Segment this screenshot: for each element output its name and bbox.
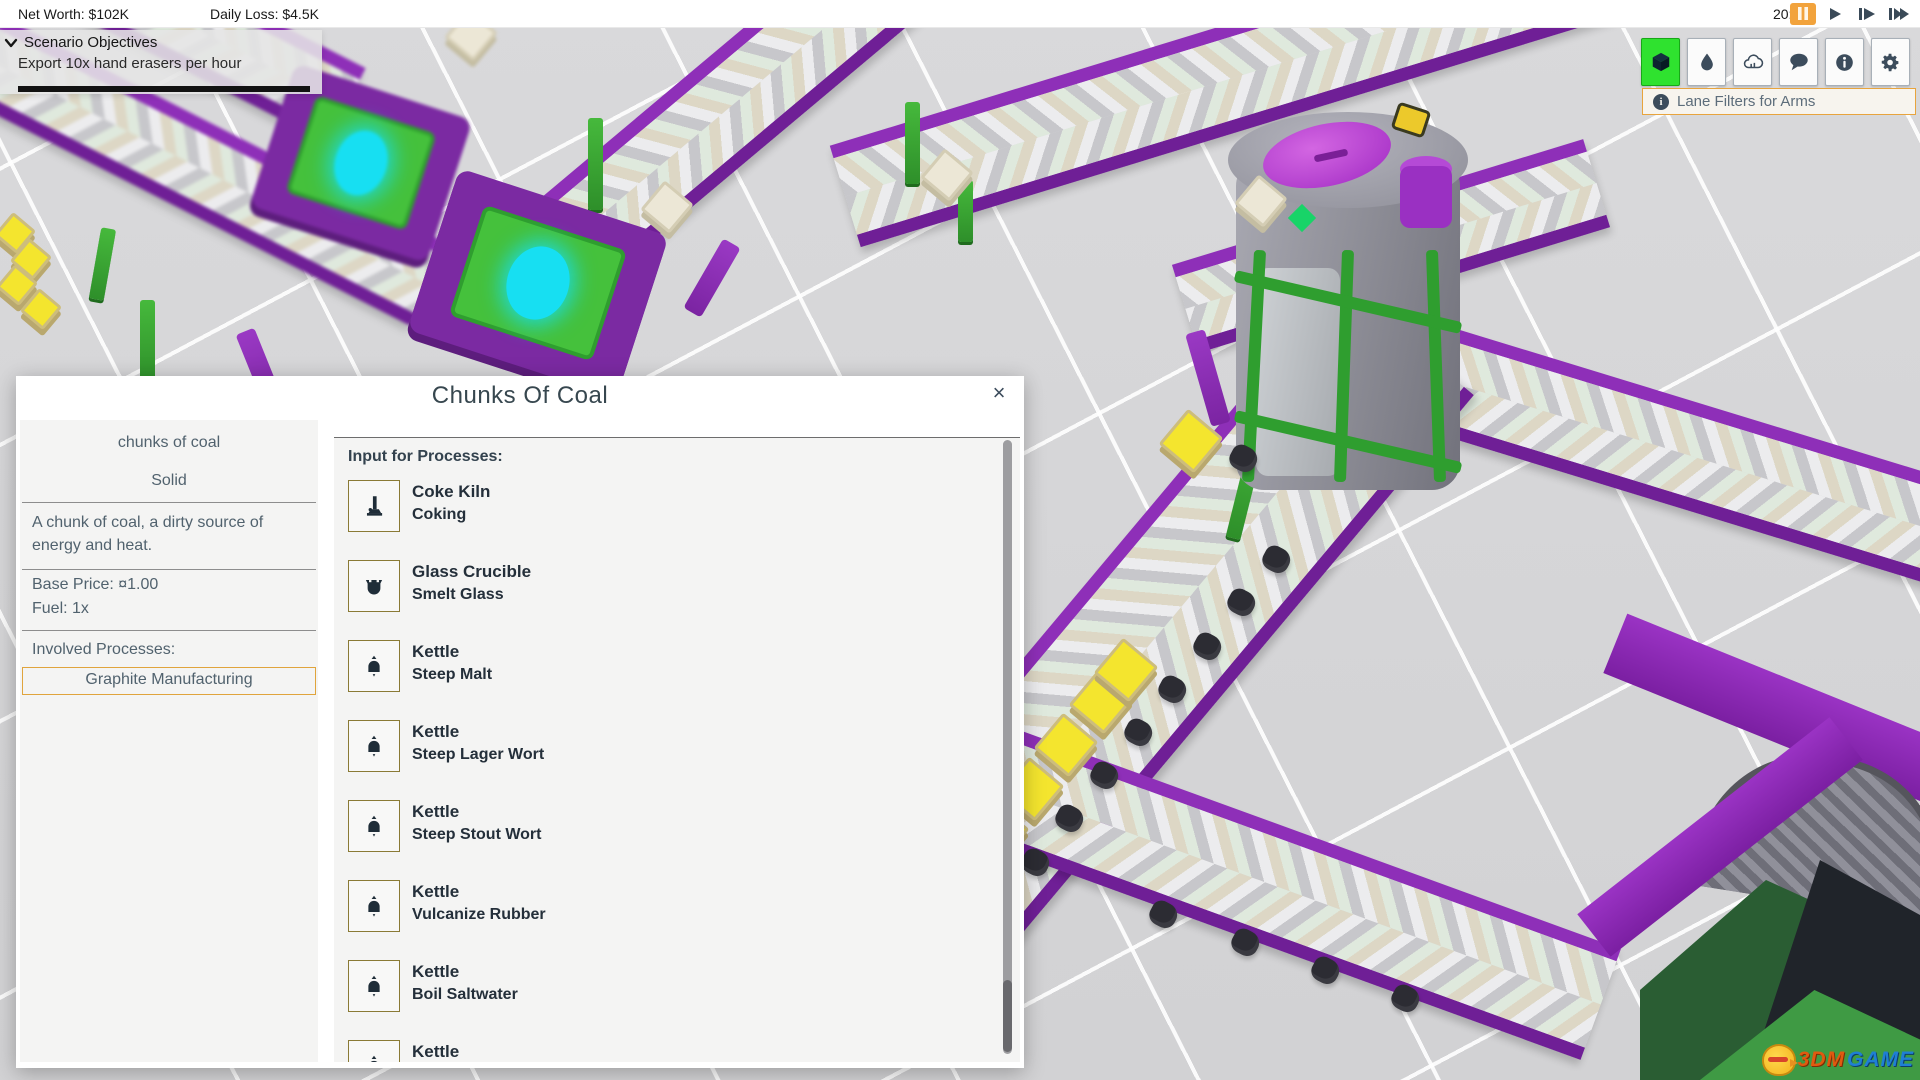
- kettle-icon[interactable]: [348, 960, 400, 1012]
- conveyor-belt: [979, 730, 1621, 1060]
- item-description: A chunk of coal, a dirty source of energ…: [20, 503, 318, 569]
- storage-tank: [1228, 100, 1468, 490]
- item-dialog: Chunks Of Coal × chunks of coal Solid A …: [16, 376, 1024, 1068]
- kettle-icon[interactable]: [348, 800, 400, 852]
- watermark-game: GAME: [1847, 1048, 1914, 1072]
- belt-support: [89, 227, 116, 301]
- liquids-overlay-button[interactable]: [1687, 38, 1726, 86]
- fast-forward-button[interactable]: [1854, 3, 1880, 25]
- scenario-objectives-header[interactable]: Scenario Objectives: [0, 30, 322, 51]
- process-machine: Kettle: [412, 721, 544, 744]
- droplet-icon: [1697, 52, 1717, 72]
- overlay-toolbar: [1641, 38, 1910, 86]
- daily-loss-value: Daily Loss: $4.5K: [210, 6, 319, 22]
- kettle-icon[interactable]: [348, 720, 400, 772]
- robot-arm: [683, 238, 740, 317]
- process-row[interactable]: Kettle Steep Stout Wort: [348, 800, 1006, 880]
- process-row[interactable]: Glass Crucible Smelt Glass: [348, 560, 1006, 640]
- belt-support: [958, 180, 973, 242]
- input-for-processes-label: Input for Processes:: [348, 448, 1006, 466]
- scrollbar-thumb[interactable]: [1003, 980, 1012, 1052]
- process-name: Steep Stout Wort: [412, 824, 541, 846]
- play-button[interactable]: [1822, 3, 1848, 25]
- lane-filters-tooltip: i Lane Filters for Arms: [1642, 88, 1916, 115]
- objective-progress-bar: [18, 86, 310, 92]
- crucible-icon[interactable]: [348, 560, 400, 612]
- process-row[interactable]: Kettle Steep Malt: [348, 640, 1006, 720]
- fastest-forward-button[interactable]: [1886, 3, 1912, 25]
- process-name: Steep Malt: [412, 664, 492, 686]
- info-icon: i: [1653, 94, 1669, 110]
- item-base-price: Base Price: ¤1.00: [20, 570, 318, 594]
- belt-support: [905, 102, 920, 184]
- lane-filters-label: Lane Filters for Arms: [1677, 93, 1815, 110]
- gas-cloud-icon: [1742, 51, 1764, 73]
- kettle-icon[interactable]: [348, 1040, 400, 1062]
- item-info-panel: chunks of coal Solid A chunk of coal, a …: [20, 420, 318, 1062]
- scenario-objectives-panel: Scenario Objectives Export 10x hand eras…: [0, 30, 322, 94]
- chat-button[interactable]: [1779, 38, 1818, 86]
- process-machine: Kettle: [412, 641, 492, 664]
- process-row[interactable]: Kettle Vulcanize Rubber: [348, 880, 1006, 960]
- bird-mascot-icon: [1762, 1044, 1796, 1076]
- process-row[interactable]: Coke Kiln Coking: [348, 480, 1006, 560]
- settings-button[interactable]: [1871, 38, 1910, 86]
- objective-goal-text: Export 10x hand erasers per hour: [0, 51, 322, 72]
- item-name: chunks of coal: [20, 420, 318, 452]
- items-overlay-button[interactable]: [1641, 38, 1680, 86]
- process-machine: Kettle: [412, 1041, 459, 1062]
- objectives-title: Scenario Objectives: [24, 34, 157, 51]
- item-fuel: Fuel: 1x: [20, 594, 318, 630]
- belt-support: [140, 300, 155, 384]
- process-name: Smelt Glass: [412, 584, 531, 606]
- cube-icon: [1650, 51, 1672, 73]
- watermark: 3DM GAME: [1762, 1044, 1914, 1076]
- info-panel-button[interactable]: [1825, 38, 1864, 86]
- process-row[interactable]: Kettle Boil Saltwater: [348, 960, 1006, 1040]
- kettle-icon[interactable]: [348, 640, 400, 692]
- chevron-down-icon[interactable]: [4, 38, 18, 48]
- watermark-3dm: 3DM: [1798, 1048, 1845, 1072]
- process-name: Vulcanize Rubber: [412, 904, 546, 926]
- involved-processes-label: Involved Processes:: [20, 631, 318, 665]
- involved-process-button[interactable]: Graphite Manufacturing: [22, 667, 316, 695]
- process-machine: Kettle: [412, 801, 541, 824]
- process-machine: Kettle: [412, 961, 518, 984]
- item-state: Solid: [20, 452, 318, 502]
- close-icon[interactable]: ×: [986, 382, 1012, 408]
- process-machine: Kettle: [412, 881, 546, 904]
- process-machine: Coke Kiln: [412, 481, 490, 504]
- chat-bubble-icon: [1788, 51, 1810, 73]
- process-row[interactable]: Kettle Steep Lager Wort: [348, 720, 1006, 800]
- objective-progress-fill: [18, 86, 310, 92]
- net-worth-value: Net Worth: $102K: [18, 6, 129, 22]
- kettle-icon[interactable]: [348, 880, 400, 932]
- scrollbar-track[interactable]: [1003, 440, 1012, 1054]
- game-window: 3DM GAME Net Worth: $102K Daily Loss: $4…: [0, 0, 1920, 1080]
- dialog-title: Chunks Of Coal: [16, 382, 1024, 410]
- time-controls: [1790, 2, 1912, 25]
- gas-overlay-button[interactable]: [1733, 38, 1772, 86]
- process-row[interactable]: Kettle: [348, 1040, 1006, 1062]
- process-machine: Glass Crucible: [412, 561, 531, 584]
- process-name: Coking: [412, 504, 490, 526]
- pause-button[interactable]: [1790, 3, 1816, 25]
- belt-support: [588, 118, 603, 210]
- gear-icon: [1880, 52, 1901, 73]
- process-name: Steep Lager Wort: [412, 744, 544, 766]
- coke-kiln-icon[interactable]: [348, 480, 400, 532]
- input-processes-panel: Input for Processes: Coke Kiln Coking: [334, 437, 1020, 1062]
- process-name: Boil Saltwater: [412, 984, 518, 1006]
- info-icon: [1834, 52, 1855, 73]
- top-status-bar: Net Worth: $102K Daily Loss: $4.5K 20:30: [0, 0, 1920, 28]
